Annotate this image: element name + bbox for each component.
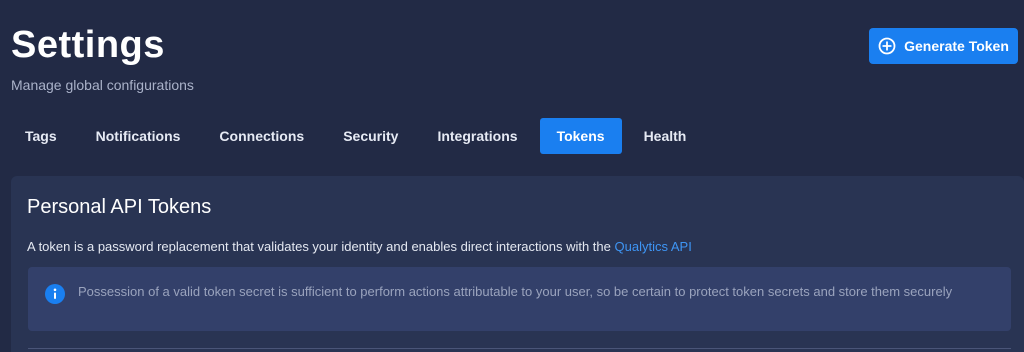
tab-notifications[interactable]: Notifications <box>79 118 198 154</box>
settings-page: Settings Manage global configurations Ge… <box>0 0 1024 352</box>
info-message: Possession of a valid token secret is su… <box>78 284 953 299</box>
panel-title: Personal API Tokens <box>27 196 212 218</box>
tab-integrations[interactable]: Integrations <box>420 118 534 154</box>
page-title: Settings <box>11 24 165 66</box>
qualytics-api-link[interactable]: Qualytics API <box>615 239 692 254</box>
tab-connections[interactable]: Connections <box>202 118 321 154</box>
info-icon <box>45 284 65 304</box>
tokens-panel: Personal API Tokens A token is a passwor… <box>11 176 1024 352</box>
tab-tags[interactable]: Tags <box>8 118 74 154</box>
tab-tokens[interactable]: Tokens <box>539 118 622 154</box>
tab-security[interactable]: Security <box>326 118 415 154</box>
plus-circle-icon <box>878 37 896 55</box>
description-text: A token is a password replacement that v… <box>27 239 615 254</box>
divider <box>28 348 1011 349</box>
tab-health[interactable]: Health <box>627 118 704 154</box>
generate-token-label: Generate Token <box>904 38 1009 54</box>
generate-token-button[interactable]: Generate Token <box>869 28 1018 64</box>
page-subtitle: Manage global configurations <box>11 77 194 93</box>
info-alert: Possession of a valid token secret is su… <box>28 267 1011 331</box>
settings-tabs: Tags Notifications Connections Security … <box>8 118 708 154</box>
panel-description: A token is a password replacement that v… <box>27 239 692 254</box>
